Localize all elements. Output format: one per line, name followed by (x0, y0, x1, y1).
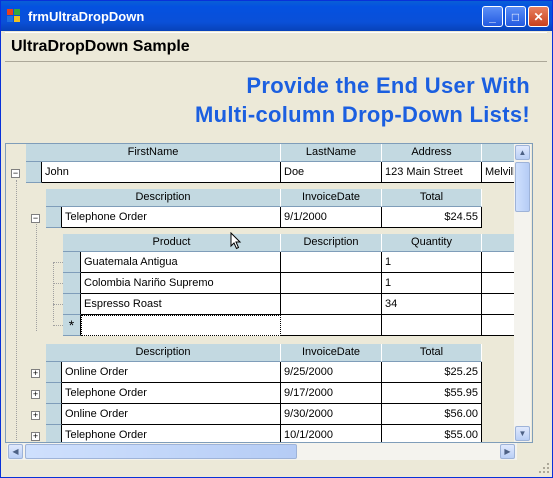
promo-line-1: Provide the End User With (246, 73, 530, 98)
row-selector[interactable] (26, 162, 42, 183)
new-row-cell[interactable] (81, 315, 281, 336)
horizontal-scroll-thumb[interactable] (25, 444, 297, 459)
tree-line (53, 262, 54, 322)
column-header-description[interactable]: Description (46, 189, 281, 207)
scroll-left-icon[interactable]: ◀ (8, 444, 23, 459)
tree-line (36, 221, 37, 331)
cell-quantity[interactable]: 34 (382, 294, 482, 315)
collapse-row-icon[interactable]: − (11, 169, 20, 178)
cell-order-total[interactable]: $55.95 (382, 383, 482, 404)
row-selector[interactable] (46, 425, 62, 442)
maximize-button[interactable]: □ (505, 6, 526, 27)
ultra-grid[interactable]: FirstName LastName Address − John Doe 12… (5, 143, 533, 443)
expand-row-icon[interactable]: + (31, 390, 40, 399)
new-row-cell[interactable] (382, 315, 482, 336)
cell-order-description[interactable]: Online Order (62, 404, 281, 425)
tree-line (53, 283, 63, 284)
cell-order-date[interactable]: 9/30/2000 (281, 404, 382, 425)
row-selector[interactable] (46, 362, 62, 383)
row-selector[interactable] (63, 294, 81, 315)
close-button[interactable]: ✕ (528, 6, 549, 27)
scroll-down-icon[interactable]: ▼ (515, 426, 530, 441)
new-row-cell[interactable] (281, 315, 382, 336)
app-icon (7, 9, 20, 22)
expand-row-icon[interactable]: + (31, 369, 40, 378)
close-icon: ✕ (533, 9, 544, 24)
cell-order-date[interactable]: 9/17/2000 (281, 383, 382, 404)
header-panel: UltraDropDown Sample (5, 32, 547, 62)
promo-line-2: Multi-column Drop-Down Lists! (195, 102, 530, 127)
cell-product[interactable]: Colombia Nariño Supremo (81, 273, 281, 294)
cell-order-date[interactable]: 9/1/2000 (281, 207, 382, 228)
column-header-invoicedate[interactable]: InvoiceDate (281, 344, 382, 362)
horizontal-scrollbar[interactable]: ◀ ▶ (7, 443, 517, 460)
scroll-up-icon[interactable]: ▲ (515, 145, 530, 160)
window-title: frmUltraDropDown (28, 9, 145, 24)
row-selector[interactable] (46, 383, 62, 404)
cell-order-total[interactable]: $56.00 (382, 404, 482, 425)
row-selector[interactable] (46, 207, 62, 228)
collapse-row-icon[interactable]: − (31, 214, 40, 223)
cell-firstname[interactable]: John (42, 162, 281, 183)
new-row-icon[interactable]: * (63, 315, 81, 336)
column-header-quantity[interactable]: Quantity (382, 234, 482, 252)
cell-order-total[interactable]: $24.55 (382, 207, 482, 228)
cell-order-description[interactable]: Telephone Order (62, 383, 281, 404)
cell-lastname[interactable]: Doe (281, 162, 382, 183)
maximize-icon: □ (511, 9, 520, 24)
tree-line (16, 180, 17, 440)
cell-order-total[interactable]: $55.00 (382, 425, 482, 442)
column-header-total[interactable]: Total (382, 344, 482, 362)
vertical-scrollbar[interactable]: ▲ ▼ (514, 144, 531, 442)
expand-row-icon[interactable]: + (31, 432, 40, 441)
cell-product-description[interactable] (281, 273, 382, 294)
cell-order-date[interactable]: 9/25/2000 (281, 362, 382, 383)
column-header-invoicedate[interactable]: InvoiceDate (281, 189, 382, 207)
scroll-right-icon[interactable]: ▶ (500, 444, 515, 459)
header-title: UltraDropDown Sample (11, 38, 190, 55)
cell-product[interactable]: Guatemala Antigua (81, 252, 281, 273)
cell-product-description[interactable] (281, 294, 382, 315)
mouse-cursor-icon (230, 232, 242, 250)
row-selector[interactable] (63, 273, 81, 294)
expand-row-icon[interactable]: + (31, 411, 40, 420)
tree-line (53, 304, 63, 305)
cell-quantity[interactable]: 1 (382, 273, 482, 294)
cell-product-description[interactable] (281, 252, 382, 273)
resize-grip-icon[interactable] (535, 459, 551, 475)
cell-order-description[interactable]: Telephone Order (62, 207, 281, 228)
app-window: frmUltraDropDown _ □ ✕ UltraDropDown Sam… (0, 0, 553, 478)
cell-order-date[interactable]: 10/1/2000 (281, 425, 382, 442)
row-selector[interactable] (46, 404, 62, 425)
tree-line (53, 262, 63, 263)
column-header-firstname[interactable]: FirstName (26, 144, 281, 162)
cell-order-description[interactable]: Online Order (62, 362, 281, 383)
vertical-scroll-thumb[interactable] (515, 162, 530, 212)
cell-quantity[interactable]: 1 (382, 252, 482, 273)
column-header-description[interactable]: Description (46, 344, 281, 362)
cell-product[interactable]: Espresso Roast (81, 294, 281, 315)
cell-address[interactable]: 123 Main Street (382, 162, 482, 183)
column-header-lastname[interactable]: LastName (281, 144, 382, 162)
column-header-address[interactable]: Address (382, 144, 482, 162)
column-header-product[interactable]: Product (63, 234, 281, 252)
column-header-total[interactable]: Total (382, 189, 482, 207)
minimize-button[interactable]: _ (482, 6, 503, 27)
column-header-product-description[interactable]: Description (281, 234, 382, 252)
cell-order-description[interactable]: Telephone Order (62, 425, 281, 442)
minimize-icon: _ (489, 9, 496, 24)
title-bar[interactable]: frmUltraDropDown _ □ ✕ (1, 1, 552, 31)
tree-line (53, 325, 63, 326)
row-selector[interactable] (63, 252, 81, 273)
cell-order-total[interactable]: $25.25 (382, 362, 482, 383)
